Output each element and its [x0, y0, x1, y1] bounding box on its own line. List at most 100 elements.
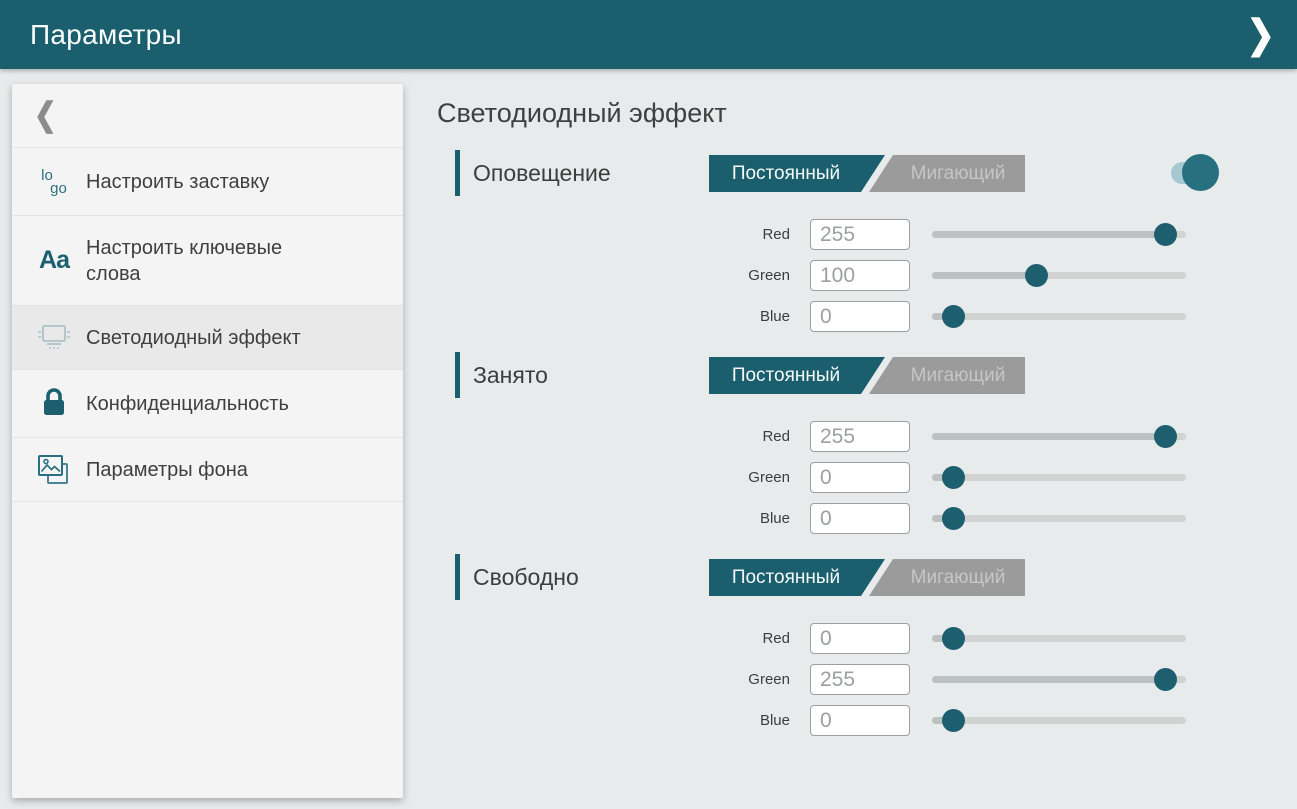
sidebar-item-label: Параметры фона [86, 457, 248, 483]
section-enable-toggle[interactable] [1171, 150, 1221, 196]
slider-fill [932, 433, 1165, 440]
slider-thumb[interactable] [942, 466, 965, 489]
led-effect-panel: Светодиодный эффект Оповещение Постоянны… [437, 84, 1249, 741]
channel-label: Blue [720, 510, 790, 527]
slider-thumb[interactable] [1154, 425, 1177, 448]
section-accent-bar [455, 352, 460, 398]
lock-icon [34, 382, 74, 426]
panel-title: Светодиодный эффект [437, 98, 1249, 130]
green-slider[interactable] [932, 668, 1186, 692]
blue-slider[interactable] [932, 305, 1186, 329]
rgb-row-red: Red [437, 618, 1249, 659]
sidebar-item-label: Конфиденциальность [86, 391, 289, 417]
mode-option-blinking[interactable]: Мигающий [869, 559, 1025, 596]
red-slider[interactable] [932, 223, 1186, 247]
mode-segmented-control: Постоянный Мигающий [709, 559, 1025, 596]
sidebar-back-button[interactable]: ❮ [12, 84, 403, 148]
led-section: Занято Постоянный Мигающий Red Green [437, 352, 1249, 539]
slider-track [932, 474, 1186, 481]
section-accent-bar [455, 150, 460, 196]
sections: Оповещение Постоянный Мигающий Red [437, 150, 1249, 741]
rgb-row-green: Green [437, 457, 1249, 498]
sidebar-item-label: Настроить ключевые слова [86, 235, 331, 287]
green-value-input[interactable] [810, 260, 910, 291]
channel-label: Green [720, 267, 790, 284]
blue-value-input[interactable] [810, 301, 910, 332]
section-accent-bar [455, 554, 460, 600]
green-value-input[interactable] [810, 462, 910, 493]
red-slider[interactable] [932, 627, 1186, 651]
red-value-input[interactable] [810, 623, 910, 654]
rgb-rows: Red Green Blue [437, 618, 1249, 741]
rgb-row-red: Red [437, 416, 1249, 457]
channel-label: Blue [720, 712, 790, 729]
green-value-input[interactable] [810, 664, 910, 695]
section-title: Занято [473, 352, 548, 398]
red-value-input[interactable] [810, 421, 910, 452]
slider-thumb[interactable] [1154, 223, 1177, 246]
sidebar-item-label: Настроить заставку [86, 169, 269, 195]
section-header: Оповещение Постоянный Мигающий [437, 150, 1249, 196]
mode-option-constant[interactable]: Постоянный [709, 357, 885, 394]
slider-track [932, 635, 1186, 642]
images-icon [34, 448, 74, 492]
rgb-row-green: Green [437, 255, 1249, 296]
mode-option-constant[interactable]: Постоянный [709, 155, 885, 192]
channel-label: Green [720, 671, 790, 688]
section-title: Оповещение [473, 150, 611, 196]
sidebar-item-splash-screen[interactable]: logo Настроить заставку [12, 148, 403, 216]
rgb-row-red: Red [437, 214, 1249, 255]
led-section: Свободно Постоянный Мигающий Red Green [437, 554, 1249, 741]
slider-fill [932, 272, 1036, 279]
blue-value-input[interactable] [810, 503, 910, 534]
led-monitor-icon [34, 316, 74, 360]
red-value-input[interactable] [810, 219, 910, 250]
section-header: Свободно Постоянный Мигающий [437, 554, 1249, 600]
slider-fill [932, 231, 1165, 238]
rgb-row-blue: Blue [437, 296, 1249, 337]
section-title: Свободно [473, 554, 579, 600]
slider-track [932, 717, 1186, 724]
channel-label: Red [720, 226, 790, 243]
chevron-left-icon: ❮ [34, 97, 57, 134]
toggle-thumb [1182, 154, 1219, 191]
slider-thumb[interactable] [942, 627, 965, 650]
rgb-row-green: Green [437, 659, 1249, 700]
app-header: Параметры ❯ [0, 0, 1297, 69]
sidebar-item-label: Светодиодный эффект [86, 325, 301, 351]
sidebar-item-privacy[interactable]: Конфиденциальность [12, 370, 403, 438]
chevron-right-icon[interactable]: ❯ [1247, 15, 1276, 54]
slider-thumb[interactable] [942, 709, 965, 732]
channel-label: Green [720, 469, 790, 486]
slider-thumb[interactable] [1154, 668, 1177, 691]
sidebar-item-led-effect[interactable]: Светодиодный эффект [12, 306, 403, 370]
red-slider[interactable] [932, 425, 1186, 449]
slider-thumb[interactable] [942, 507, 965, 530]
sidebar-item-keywords[interactable]: Aa Настроить ключевые слова [12, 216, 403, 306]
rgb-row-blue: Blue [437, 700, 1249, 741]
channel-label: Red [720, 428, 790, 445]
channel-label: Blue [720, 308, 790, 325]
settings-sidebar: ❮ logo Настроить заставку Aa Настроить к… [12, 84, 403, 798]
rgb-rows: Red Green Blue [437, 416, 1249, 539]
page-title: Параметры [30, 19, 182, 51]
slider-fill [932, 676, 1165, 683]
blue-value-input[interactable] [810, 705, 910, 736]
mode-option-constant[interactable]: Постоянный [709, 559, 885, 596]
slider-thumb[interactable] [1025, 264, 1048, 287]
channel-label: Red [720, 630, 790, 647]
slider-track [932, 313, 1186, 320]
mode-option-blinking[interactable]: Мигающий [869, 357, 1025, 394]
blue-slider[interactable] [932, 507, 1186, 531]
sidebar-item-background[interactable]: Параметры фона [12, 438, 403, 502]
mode-option-blinking[interactable]: Мигающий [869, 155, 1025, 192]
rgb-row-blue: Blue [437, 498, 1249, 539]
section-header: Занято Постоянный Мигающий [437, 352, 1249, 398]
blue-slider[interactable] [932, 709, 1186, 733]
slider-thumb[interactable] [942, 305, 965, 328]
green-slider[interactable] [932, 466, 1186, 490]
green-slider[interactable] [932, 264, 1186, 288]
aa-icon: Aa [34, 239, 74, 283]
slider-track [932, 515, 1186, 522]
logo-icon: logo [34, 160, 74, 204]
